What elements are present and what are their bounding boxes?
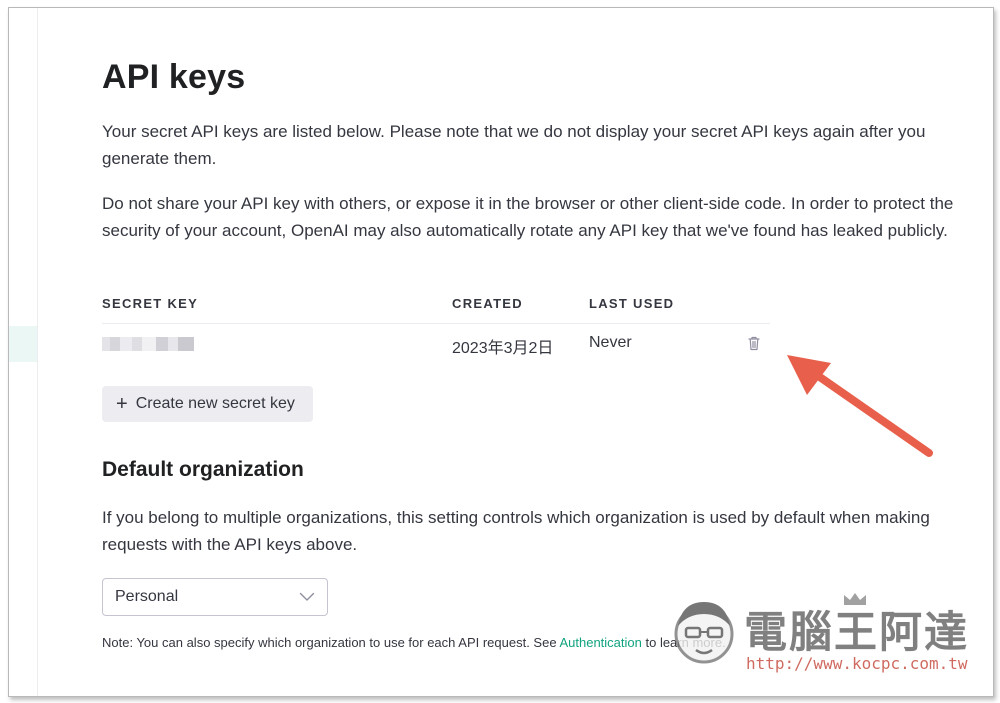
intro-text: Your secret API keys are listed below. P… xyxy=(102,122,926,168)
chevron-down-icon xyxy=(299,592,315,601)
page-title: API keys xyxy=(102,58,246,96)
screenshot-frame: API keys Your secret API keys are listed… xyxy=(8,7,994,697)
sidebar-divider xyxy=(37,8,38,696)
organization-note: Note: You can also specify which organiz… xyxy=(102,635,726,650)
default-org-description: If you belong to multiple organizations,… xyxy=(102,508,930,554)
created-date: 2023年3月2日 xyxy=(452,340,554,357)
header-last-used: LAST USED xyxy=(589,296,675,311)
security-warning-text: Do not share your API key with others, o… xyxy=(102,194,954,240)
organization-select[interactable]: Personal xyxy=(102,578,328,616)
trash-icon[interactable] xyxy=(747,335,761,351)
header-created: CREATED xyxy=(452,296,523,311)
sidebar-active-item[interactable] xyxy=(9,326,37,362)
table-row: 2023年3月2日 Never xyxy=(102,334,770,358)
table-divider xyxy=(102,323,770,324)
create-secret-key-label: Create new secret key xyxy=(135,395,295,412)
organization-selected-value: Personal xyxy=(115,588,179,605)
default-org-heading: Default organization xyxy=(102,458,304,481)
watermark-brand: 電腦王阿達 xyxy=(744,608,969,658)
arrow-annotation xyxy=(787,355,933,457)
watermark: 電腦王阿達 http://www.kocpc.com.tw xyxy=(664,586,974,676)
mascot-logo xyxy=(674,602,734,664)
last-used-value: Never xyxy=(589,334,632,351)
header-secret-key: SECRET KEY xyxy=(102,296,199,311)
watermark-url: http://www.kocpc.com.tw xyxy=(746,654,968,673)
note-prefix: Note: You can also specify which organiz… xyxy=(102,635,560,650)
authentication-link[interactable]: Authentication xyxy=(559,635,641,650)
masked-secret-key xyxy=(102,337,194,351)
plus-icon: + xyxy=(116,393,128,415)
create-secret-key-button[interactable]: + Create new secret key xyxy=(102,386,313,422)
